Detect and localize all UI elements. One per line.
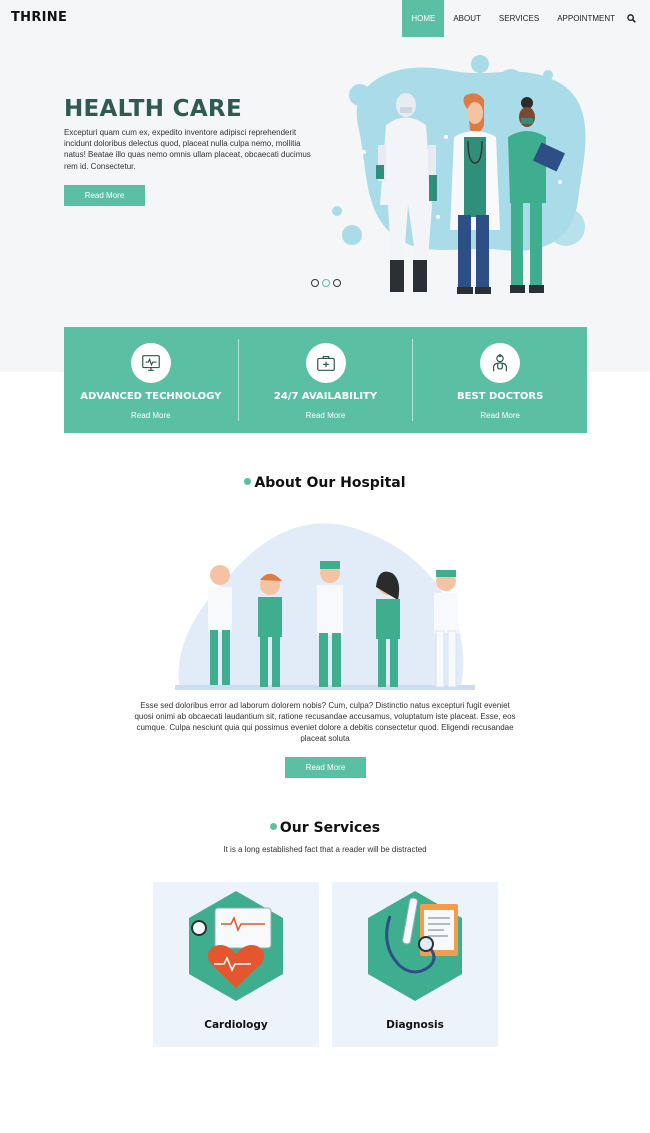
heart-monitor-icon	[189, 891, 283, 1001]
title-bullet-icon	[269, 822, 277, 830]
feature-title: 24/7 AVAILABILITY	[273, 391, 378, 402]
feature-title: BEST DOCTORS	[457, 391, 544, 402]
features-bar: ADVANCED TECHNOLOGY Read More 24/7 AVAIL…	[64, 327, 587, 433]
feature-availability: 24/7 AVAILABILITY Read More	[237, 339, 413, 421]
service-card-cardiology[interactable]: Cardiology	[153, 882, 319, 1047]
feature-advanced-technology: ADVANCED TECHNOLOGY Read More	[64, 327, 238, 433]
feature-read-more-link[interactable]: Read More	[239, 411, 413, 420]
stethoscope-icon	[368, 891, 462, 1001]
carousel-dot-3[interactable]	[333, 279, 341, 287]
brand-logo[interactable]: THRINE	[11, 10, 67, 25]
hero-section: THRINE HOME ABOUT SERVICES APPOINTMENT H…	[0, 0, 650, 372]
feature-read-more-link[interactable]: Read More	[413, 411, 587, 420]
carousel-dot-2[interactable]	[322, 279, 330, 287]
monitor-icon	[130, 343, 171, 383]
services-section-title: Our Services	[0, 820, 650, 836]
feature-best-doctors: BEST DOCTORS Read More	[412, 339, 587, 421]
nav-appointment[interactable]: APPOINTMENT	[548, 0, 624, 37]
about-read-more-button[interactable]: Read More	[285, 757, 366, 778]
hero-carousel-dots	[311, 279, 341, 287]
nav-services[interactable]: SERVICES	[490, 0, 548, 37]
hero-read-more-button[interactable]: Read More	[64, 185, 145, 206]
service-card-diagnosis[interactable]: Diagnosis	[332, 882, 498, 1047]
feature-title: ADVANCED TECHNOLOGY	[80, 391, 222, 402]
services-subtitle: It is a long established fact that a rea…	[223, 845, 427, 854]
hero-text: Excepturi quam cum ex, expedito inventor…	[64, 128, 311, 171]
about-section-title: About Our Hospital	[0, 475, 650, 491]
title-bullet-icon	[244, 477, 252, 485]
medical-team-illustration	[175, 523, 475, 690]
doctor-icon	[480, 343, 521, 383]
nav-home[interactable]: HOME	[402, 0, 445, 37]
carousel-dot-1[interactable]	[311, 279, 319, 287]
medical-staff-illustration	[332, 55, 586, 294]
first-aid-kit-icon	[305, 343, 346, 383]
main-nav: HOME ABOUT SERVICES APPOINTMENT	[402, 0, 638, 37]
service-card-label: Cardiology	[204, 1019, 268, 1031]
search-icon[interactable]	[624, 0, 638, 37]
about-text: Esse sed doloribus error ad laborum dolo…	[134, 701, 516, 743]
hero-title: HEALTH CARE	[64, 96, 242, 122]
nav-about[interactable]: ABOUT	[444, 0, 490, 37]
feature-read-more-link[interactable]: Read More	[64, 411, 238, 420]
service-card-label: Diagnosis	[386, 1019, 444, 1031]
